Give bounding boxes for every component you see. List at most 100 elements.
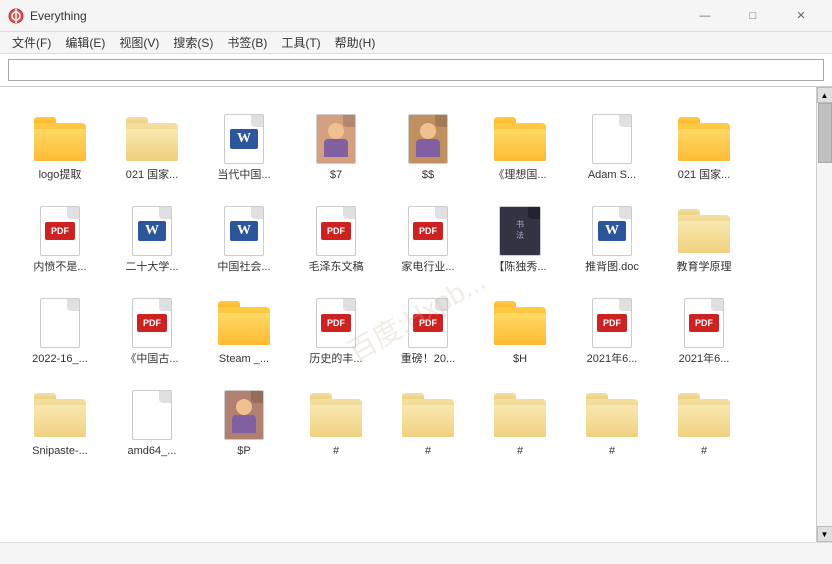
scroll-up-button[interactable]: ▲ bbox=[817, 87, 832, 103]
file-icon-folder-light bbox=[402, 389, 454, 441]
scroll-track[interactable] bbox=[817, 103, 832, 526]
file-item[interactable]: 教育学原理 bbox=[660, 191, 748, 279]
file-label: amd64_... bbox=[128, 445, 177, 458]
file-label: 历史的丰... bbox=[309, 353, 362, 366]
file-icon-word: W bbox=[218, 113, 270, 165]
file-label: 毛泽东文稿 bbox=[309, 261, 364, 274]
file-icon-image-person3 bbox=[218, 389, 270, 441]
scrollbar[interactable]: ▲ ▼ bbox=[816, 87, 832, 542]
file-icon-image-person bbox=[310, 113, 362, 165]
file-item[interactable]: PDF 内愤不是... bbox=[16, 191, 104, 279]
file-item[interactable]: PDF 《中国古... bbox=[108, 283, 196, 371]
file-item[interactable]: W 推背图.doc bbox=[568, 191, 656, 279]
file-label: # bbox=[333, 445, 339, 458]
file-item[interactable]: 021 国家... bbox=[108, 99, 196, 187]
file-item[interactable]: $P bbox=[200, 375, 288, 463]
maximize-button[interactable]: □ bbox=[730, 0, 776, 32]
file-label: 2021年6... bbox=[679, 353, 730, 366]
file-item[interactable]: # bbox=[660, 375, 748, 463]
file-item[interactable]: $$ bbox=[384, 99, 472, 187]
file-item[interactable]: PDF 2021年6... bbox=[660, 283, 748, 371]
file-label: 重磅！20... bbox=[401, 353, 455, 366]
file-item[interactable]: PDF 2021年6... bbox=[568, 283, 656, 371]
file-icon-file bbox=[586, 113, 638, 165]
file-item[interactable]: Snipaste-... bbox=[16, 375, 104, 463]
file-label: Adam S... bbox=[588, 169, 636, 182]
file-label: 推背图.doc bbox=[585, 261, 639, 274]
file-item[interactable]: W 二十大学... bbox=[108, 191, 196, 279]
file-label: 中国社会... bbox=[217, 261, 270, 274]
file-item[interactable]: 2022-16_... bbox=[16, 283, 104, 371]
scroll-down-button[interactable]: ▼ bbox=[817, 526, 832, 542]
file-item[interactable]: PDF 历史的丰... bbox=[292, 283, 380, 371]
search-input[interactable] bbox=[8, 59, 824, 81]
window-controls: — □ ✕ bbox=[682, 0, 824, 32]
file-icon-folder-light bbox=[494, 389, 546, 441]
file-icon-image-person2 bbox=[402, 113, 454, 165]
title-bar: Everything — □ ✕ bbox=[0, 0, 832, 32]
file-item[interactable]: logo提取 bbox=[16, 99, 104, 187]
file-item[interactable]: PDF 重磅！20... bbox=[384, 283, 472, 371]
file-icon-folder bbox=[494, 297, 546, 349]
minimize-button[interactable]: — bbox=[682, 0, 728, 32]
file-label: 【陈独秀... bbox=[493, 261, 546, 274]
file-icon-file bbox=[34, 297, 86, 349]
file-item[interactable]: # bbox=[292, 375, 380, 463]
file-icon-pdf: PDF bbox=[402, 297, 454, 349]
file-item[interactable]: 《理想国... bbox=[476, 99, 564, 187]
file-icon-folder-light bbox=[126, 113, 178, 165]
file-item[interactable]: W 当代中国... bbox=[200, 99, 288, 187]
close-button[interactable]: ✕ bbox=[778, 0, 824, 32]
file-label: # bbox=[701, 445, 707, 458]
file-icon-word: W bbox=[218, 205, 270, 257]
file-label: Steam _... bbox=[219, 353, 269, 366]
file-label: $$ bbox=[422, 169, 434, 182]
file-label: logo提取 bbox=[39, 169, 82, 182]
file-item[interactable]: $7 bbox=[292, 99, 380, 187]
file-icon-pdf: PDF bbox=[126, 297, 178, 349]
menu-item[interactable]: 书签(B) bbox=[221, 32, 273, 53]
file-item[interactable]: PDF 家电行业... bbox=[384, 191, 472, 279]
file-item[interactable]: W 中国社会... bbox=[200, 191, 288, 279]
file-icon-folder-doc bbox=[678, 205, 730, 257]
file-icon-pdf: PDF bbox=[34, 205, 86, 257]
file-label: 2021年6... bbox=[587, 353, 638, 366]
file-label: 2022-16_... bbox=[32, 353, 88, 366]
file-label: 内愤不是... bbox=[33, 261, 86, 274]
file-item[interactable]: Steam _... bbox=[200, 283, 288, 371]
file-icon-folder-light bbox=[34, 389, 86, 441]
menu-item[interactable]: 视图(V) bbox=[113, 32, 165, 53]
file-item[interactable]: Adam S... bbox=[568, 99, 656, 187]
file-item[interactable]: # bbox=[384, 375, 472, 463]
file-label: 当代中国... bbox=[217, 169, 270, 182]
menu-item[interactable]: 文件(F) bbox=[6, 32, 57, 53]
menu-item[interactable]: 搜索(S) bbox=[167, 32, 219, 53]
file-icon-folder-light bbox=[678, 389, 730, 441]
file-icon-folder-light bbox=[586, 389, 638, 441]
file-label: $7 bbox=[330, 169, 342, 182]
file-item[interactable]: 021 国家... bbox=[660, 99, 748, 187]
file-grid: logo提取 021 国家... W 当代中国... $7 $$ 《理想国...… bbox=[0, 87, 816, 542]
menu-item[interactable]: 编辑(E) bbox=[59, 32, 111, 53]
file-icon-pdf: PDF bbox=[678, 297, 730, 349]
file-icon-word: W bbox=[126, 205, 178, 257]
file-item[interactable]: amd64_... bbox=[108, 375, 196, 463]
scroll-thumb[interactable] bbox=[818, 103, 832, 163]
file-item[interactable]: # bbox=[476, 375, 564, 463]
file-icon-folder bbox=[34, 113, 86, 165]
status-bar bbox=[0, 542, 832, 564]
file-icon-folder bbox=[678, 113, 730, 165]
file-item[interactable]: # bbox=[568, 375, 656, 463]
file-icon-folder bbox=[494, 113, 546, 165]
file-label: $H bbox=[513, 353, 527, 366]
file-label: # bbox=[425, 445, 431, 458]
menu-item[interactable]: 工具(T) bbox=[275, 32, 326, 53]
menu-item[interactable]: 帮助(H) bbox=[329, 32, 382, 53]
app-icon bbox=[8, 8, 24, 24]
file-item[interactable]: PDF 毛泽东文稿 bbox=[292, 191, 380, 279]
file-label: $P bbox=[237, 445, 250, 458]
file-item[interactable]: 书法 【陈独秀... bbox=[476, 191, 564, 279]
file-icon-pdf-red: PDF bbox=[310, 297, 362, 349]
file-label: 021 国家... bbox=[126, 169, 179, 182]
file-item[interactable]: $H bbox=[476, 283, 564, 371]
